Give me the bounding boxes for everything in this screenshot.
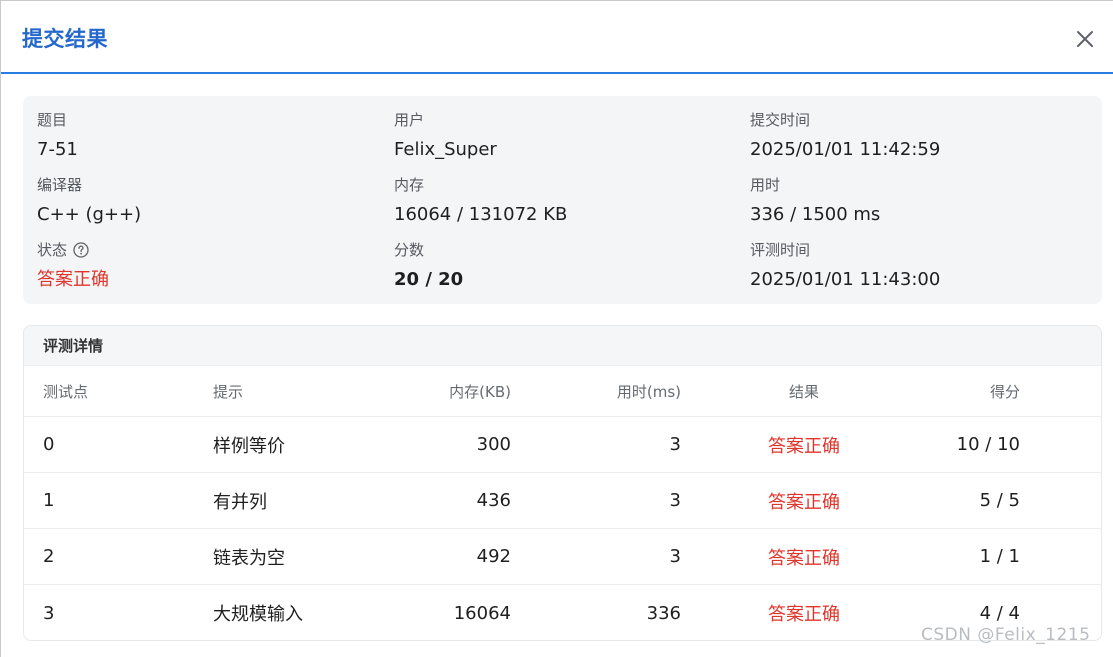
testcase-memory: 492: [476, 546, 511, 567]
submission-summary: 题目 7-51 用户 Felix_Super 提交时间 2025/01/01 1…: [23, 96, 1102, 304]
testcase-hint: 大规模输入: [213, 604, 303, 625]
col-header-time: 用时(ms): [616, 382, 681, 401]
testcase-memory: 300: [476, 434, 511, 455]
testcase-id: 1: [43, 490, 55, 511]
submit-time-value: 2025/01/01 11:42:59: [750, 139, 941, 160]
help-button[interactable]: [73, 242, 89, 258]
judge-time-value: 2025/01/01 11:43:00: [750, 269, 941, 290]
testcase-score: 10 / 10: [956, 434, 1020, 455]
user-value: Felix_Super: [394, 139, 497, 160]
compiler-cell: 编译器 C++ (g++): [37, 175, 141, 227]
col-header-hint: 提示: [213, 382, 244, 401]
compiler-label: 编译器: [37, 176, 83, 194]
testcase-hint: 样例等价: [213, 435, 285, 457]
user-cell: 用户 Felix_Super: [394, 110, 497, 162]
time-cell: 用时 336 / 1500 ms: [750, 175, 880, 227]
testcase-result: 答案正确: [768, 604, 840, 625]
testcase-time: 3: [669, 546, 681, 567]
testcase-score: 5 / 5: [979, 490, 1020, 511]
close-icon: [1077, 31, 1093, 47]
status-cell: 状态 答案正确: [37, 240, 109, 292]
watermark: CSDN @Felix_1215: [921, 625, 1091, 645]
dialog-title: 提交结果: [22, 27, 108, 51]
testcase-memory: 16064: [453, 602, 511, 624]
col-header-result: 结果: [788, 382, 819, 401]
col-header-memory: 内存(KB): [449, 382, 511, 401]
submit-time-label: 提交时间: [750, 111, 811, 129]
testcase-result: 答案正确: [768, 435, 840, 457]
submit-time-cell: 提交时间 2025/01/01 11:42:59: [750, 110, 940, 162]
time-label: 用时: [750, 176, 781, 194]
close-button[interactable]: [1071, 25, 1099, 53]
testcase-time: 3: [669, 490, 681, 511]
compiler-value: C++ (g++): [37, 204, 142, 225]
table-row: 2 链表为空 492 3 答案正确 1 / 1: [24, 529, 1101, 585]
testcase-id: 2: [43, 546, 55, 567]
status-label-row: 状态: [37, 240, 109, 260]
problem-value: 7-51: [37, 139, 78, 160]
testcase-hint: 有并列: [213, 491, 267, 513]
table-row: 1 有并列 436 3 答案正确 5 / 5: [24, 473, 1101, 529]
score-value: 20 / 20: [394, 269, 464, 290]
user-label: 用户: [394, 111, 425, 129]
judge-details-panel: 评测详情 测试点 提示 内存(KB) 用时(ms) 结果 得分 0 样例等价 3…: [23, 325, 1102, 641]
testcase-time: 3: [669, 434, 681, 455]
status-label: 状态: [37, 241, 68, 259]
memory-cell: 内存 16064 / 131072 KB: [394, 175, 567, 227]
memory-value: 16064 / 131072 KB: [394, 204, 568, 225]
testcase-result: 答案正确: [768, 491, 840, 513]
judge-time-cell: 评测时间 2025/01/01 11:43:00: [750, 240, 940, 292]
score-label: 分数: [394, 241, 425, 259]
col-header-score: 得分: [989, 382, 1020, 401]
question-circle-icon: [73, 242, 89, 258]
status-value: 答案正确: [37, 269, 109, 290]
testcase-memory: 436: [476, 490, 511, 511]
testcase-time: 336: [646, 602, 681, 624]
judge-details-title: 评测详情: [24, 326, 1101, 366]
problem-cell: 题目 7-51: [37, 110, 78, 162]
testcase-hint: 链表为空: [213, 547, 285, 569]
testcase-id: 3: [43, 602, 55, 624]
testcase-score: 1 / 1: [979, 546, 1020, 567]
testcase-result: 答案正确: [768, 547, 840, 569]
judge-time-label: 评测时间: [750, 241, 811, 259]
table-row: 0 样例等价 300 3 答案正确 10 / 10: [24, 417, 1101, 473]
table-header-row: 测试点 提示 内存(KB) 用时(ms) 结果 得分: [24, 366, 1101, 417]
col-header-testcase: 测试点: [43, 382, 89, 401]
dialog-header: 提交结果: [1, 1, 1113, 74]
problem-label: 题目: [37, 111, 68, 129]
memory-label: 内存: [394, 176, 425, 194]
score-cell: 分数 20 / 20: [394, 240, 463, 292]
testcase-id: 0: [43, 434, 55, 455]
submission-result-dialog: 提交结果 题目 7-51 用户 Felix_Super 提交时间 2025/01…: [0, 0, 1113, 657]
time-value: 336 / 1500 ms: [750, 204, 881, 225]
